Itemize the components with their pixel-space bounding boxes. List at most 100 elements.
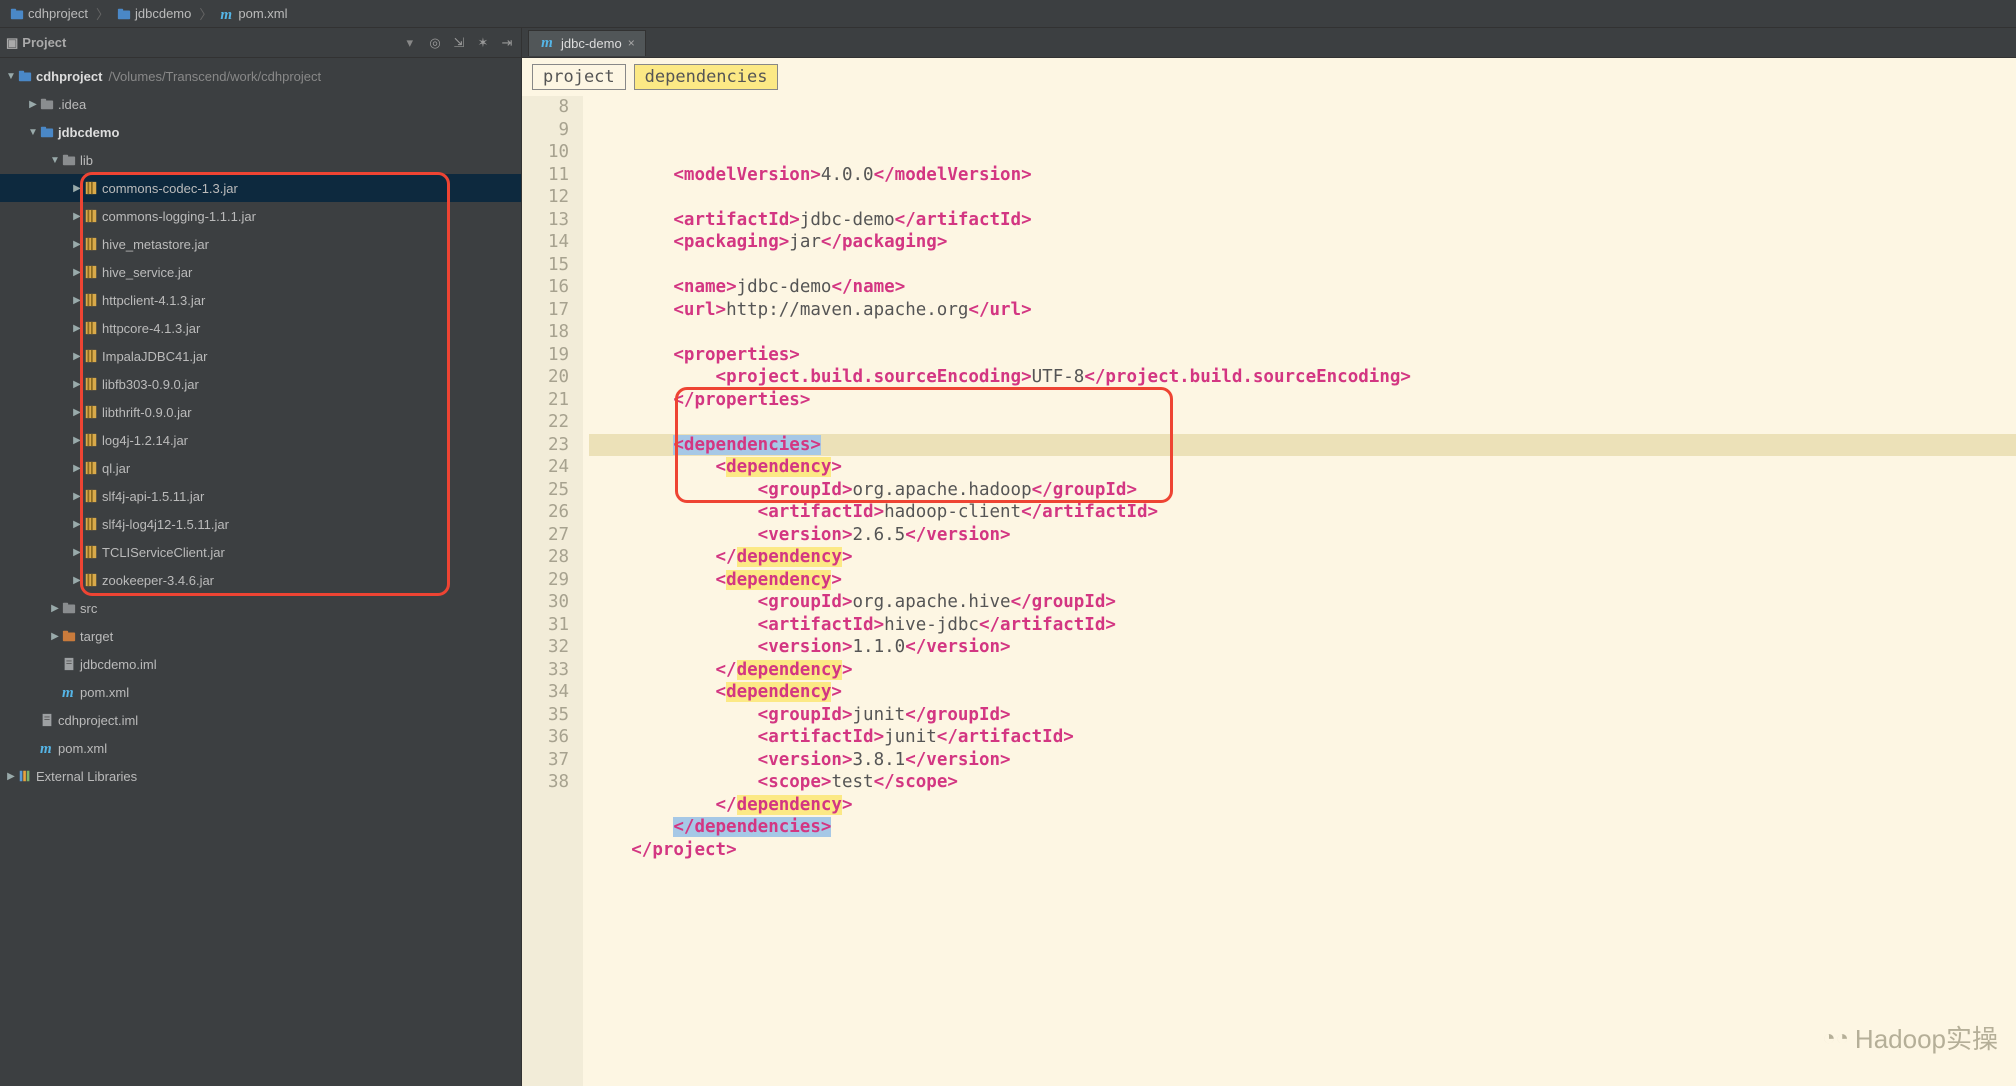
tree-item[interactable]: ▶zookeeper-3.4.6.jar xyxy=(0,566,521,594)
xml-crumb[interactable]: project xyxy=(532,64,626,90)
expand-arrow-icon[interactable]: ▶ xyxy=(70,211,84,222)
tree-item[interactable]: ▶httpclient-4.1.3.jar xyxy=(0,286,521,314)
tree-item[interactable]: ▶libthrift-0.9.0.jar xyxy=(0,398,521,426)
code-line[interactable]: <name>jdbc-demo</name> xyxy=(589,276,2016,299)
tree-item[interactable]: ▶commons-codec-1.3.jar xyxy=(0,174,521,202)
expand-arrow-icon[interactable]: ▼ xyxy=(48,155,62,166)
xml-crumb[interactable]: dependencies xyxy=(634,64,779,90)
expand-arrow-icon[interactable]: ▶ xyxy=(70,267,84,278)
tree-label: jdbcdemo.iml xyxy=(80,657,157,672)
tree-item[interactable]: ▶hive_service.jar xyxy=(0,258,521,286)
expand-arrow-icon[interactable]: ▶ xyxy=(70,491,84,502)
tree-item[interactable]: ▶log4j-1.2.14.jar xyxy=(0,426,521,454)
expand-arrow-icon[interactable]: ▶ xyxy=(48,603,62,614)
expand-arrow-icon[interactable]: ▶ xyxy=(70,379,84,390)
expand-arrow-icon[interactable]: ▶ xyxy=(70,239,84,250)
code-line[interactable]: </properties> xyxy=(589,389,2016,412)
view-dropdown-icon[interactable]: ▾ xyxy=(406,35,413,51)
code-line[interactable]: <groupId>junit</groupId> xyxy=(589,704,2016,727)
tree-item[interactable]: ▶slf4j-log4j12-1.5.11.jar xyxy=(0,510,521,538)
tree-item[interactable]: ▶src xyxy=(0,594,521,622)
file-icon xyxy=(40,713,54,727)
expand-arrow-icon[interactable]: ▼ xyxy=(26,127,40,138)
tree-item[interactable]: ▶cdhproject.iml xyxy=(0,706,521,734)
code-line[interactable]: <groupId>org.apache.hadoop</groupId> xyxy=(589,479,2016,502)
line-number: 23 xyxy=(548,434,569,457)
expand-arrow-icon[interactable]: ▶ xyxy=(70,295,84,306)
code-line[interactable]: <dependency> xyxy=(589,681,2016,704)
tree-item[interactable]: ▶ImpalaJDBC41.jar xyxy=(0,342,521,370)
tree-item[interactable]: ▶slf4j-api-1.5.11.jar xyxy=(0,482,521,510)
code-line[interactable]: </dependency> xyxy=(589,546,2016,569)
tree-item[interactable]: ▶libfb303-0.9.0.jar xyxy=(0,370,521,398)
code-line[interactable]: <scope>test</scope> xyxy=(589,771,2016,794)
tree-item[interactable]: ▼cdhproject/Volumes/Transcend/work/cdhpr… xyxy=(0,62,521,90)
code-line[interactable]: <version>3.8.1</version> xyxy=(589,749,2016,772)
tree-item[interactable]: ▶mpom.xml xyxy=(0,678,521,706)
expand-arrow-icon[interactable]: ▶ xyxy=(70,323,84,334)
tree-item[interactable]: ▼jdbcdemo xyxy=(0,118,521,146)
code-line[interactable]: <dependency> xyxy=(589,456,2016,479)
tree-label: lib xyxy=(80,153,93,168)
panel-title[interactable]: ▣ Project xyxy=(6,35,66,51)
expand-arrow-icon[interactable]: ▶ xyxy=(70,435,84,446)
expand-arrow-icon[interactable]: ▶ xyxy=(70,519,84,530)
code-line[interactable] xyxy=(589,254,2016,277)
code-line[interactable]: <url>http://maven.apache.org</url> xyxy=(589,299,2016,322)
tree-item[interactable]: ▶.idea xyxy=(0,90,521,118)
tree-item[interactable]: ▼ lib xyxy=(0,146,521,174)
close-icon[interactable]: × xyxy=(628,36,635,50)
expand-arrow-icon[interactable]: ▶ xyxy=(70,407,84,418)
tree-item[interactable]: ▶ql.jar xyxy=(0,454,521,482)
expand-arrow-icon[interactable]: ▶ xyxy=(70,575,84,586)
code-line[interactable]: </dependency> xyxy=(589,659,2016,682)
code-line[interactable]: <artifactId>hive-jdbc</artifactId> xyxy=(589,614,2016,637)
code-editor[interactable]: 8910111213141516171819202122232425262728… xyxy=(522,96,2016,1086)
code-line[interactable]: </dependencies> xyxy=(589,816,2016,839)
code-line[interactable]: <artifactId>junit</artifactId> xyxy=(589,726,2016,749)
code-line[interactable]: <artifactId>hadoop-client</artifactId> xyxy=(589,501,2016,524)
breadcrumb-item[interactable]: cdhproject xyxy=(6,4,92,23)
expand-arrow-icon[interactable]: ▶ xyxy=(26,99,40,110)
code-line[interactable]: <modelVersion>4.0.0</modelVersion> xyxy=(589,164,2016,187)
editor-tab[interactable]: m jdbc-demo × xyxy=(528,30,646,56)
code-line[interactable] xyxy=(589,186,2016,209)
code-line[interactable]: <version>2.6.5</version> xyxy=(589,524,2016,547)
breadcrumb-item[interactable]: jdbcdemo xyxy=(113,4,195,23)
code-line[interactable] xyxy=(589,411,2016,434)
project-tree[interactable]: ▼cdhproject/Volumes/Transcend/work/cdhpr… xyxy=(0,58,521,1086)
expand-arrow-icon[interactable]: ▶ xyxy=(48,631,62,642)
expand-arrow-icon[interactable]: ▶ xyxy=(70,463,84,474)
line-number: 15 xyxy=(548,254,569,277)
code-line[interactable]: <artifactId>jdbc-demo</artifactId> xyxy=(589,209,2016,232)
breadcrumb-item[interactable]: mpom.xml xyxy=(216,4,291,23)
tree-item[interactable]: ▶TCLIServiceClient.jar xyxy=(0,538,521,566)
tree-item[interactable]: ▶commons-logging-1.1.1.jar xyxy=(0,202,521,230)
target-icon[interactable]: ◎ xyxy=(427,35,443,51)
hide-icon[interactable]: ⇥ xyxy=(499,35,515,51)
code-line[interactable]: <dependency> xyxy=(589,569,2016,592)
code-line[interactable]: <dependencies> xyxy=(589,434,2016,457)
tree-item[interactable]: ▶hive_metastore.jar xyxy=(0,230,521,258)
code-line[interactable]: <project.build.sourceEncoding>UTF-8</pro… xyxy=(589,366,2016,389)
code-line[interactable]: </project> xyxy=(589,839,2016,862)
code-line[interactable]: </dependency> xyxy=(589,794,2016,817)
tree-item[interactable]: ▶jdbcdemo.iml xyxy=(0,650,521,678)
collapse-icon[interactable]: ⇲ xyxy=(451,35,467,51)
tree-item[interactable]: ▶target xyxy=(0,622,521,650)
expand-arrow-icon[interactable]: ▶ xyxy=(70,183,84,194)
tree-item[interactable]: ▶httpcore-4.1.3.jar xyxy=(0,314,521,342)
code-area[interactable]: <modelVersion>4.0.0</modelVersion> <arti… xyxy=(583,96,2016,1086)
code-line[interactable]: <groupId>org.apache.hive</groupId> xyxy=(589,591,2016,614)
expand-arrow-icon[interactable]: ▶ xyxy=(70,351,84,362)
gear-icon[interactable]: ✶ xyxy=(475,35,491,51)
code-line[interactable]: <properties> xyxy=(589,344,2016,367)
code-line[interactable]: <packaging>jar</packaging> xyxy=(589,231,2016,254)
code-line[interactable] xyxy=(589,321,2016,344)
expand-arrow-icon[interactable]: ▼ xyxy=(4,71,18,82)
tree-item[interactable]: ▶mpom.xml xyxy=(0,734,521,762)
code-line[interactable]: <version>1.1.0</version> xyxy=(589,636,2016,659)
tree-item[interactable]: ▶External Libraries xyxy=(0,762,521,790)
expand-arrow-icon[interactable]: ▶ xyxy=(70,547,84,558)
expand-arrow-icon[interactable]: ▶ xyxy=(4,771,18,782)
